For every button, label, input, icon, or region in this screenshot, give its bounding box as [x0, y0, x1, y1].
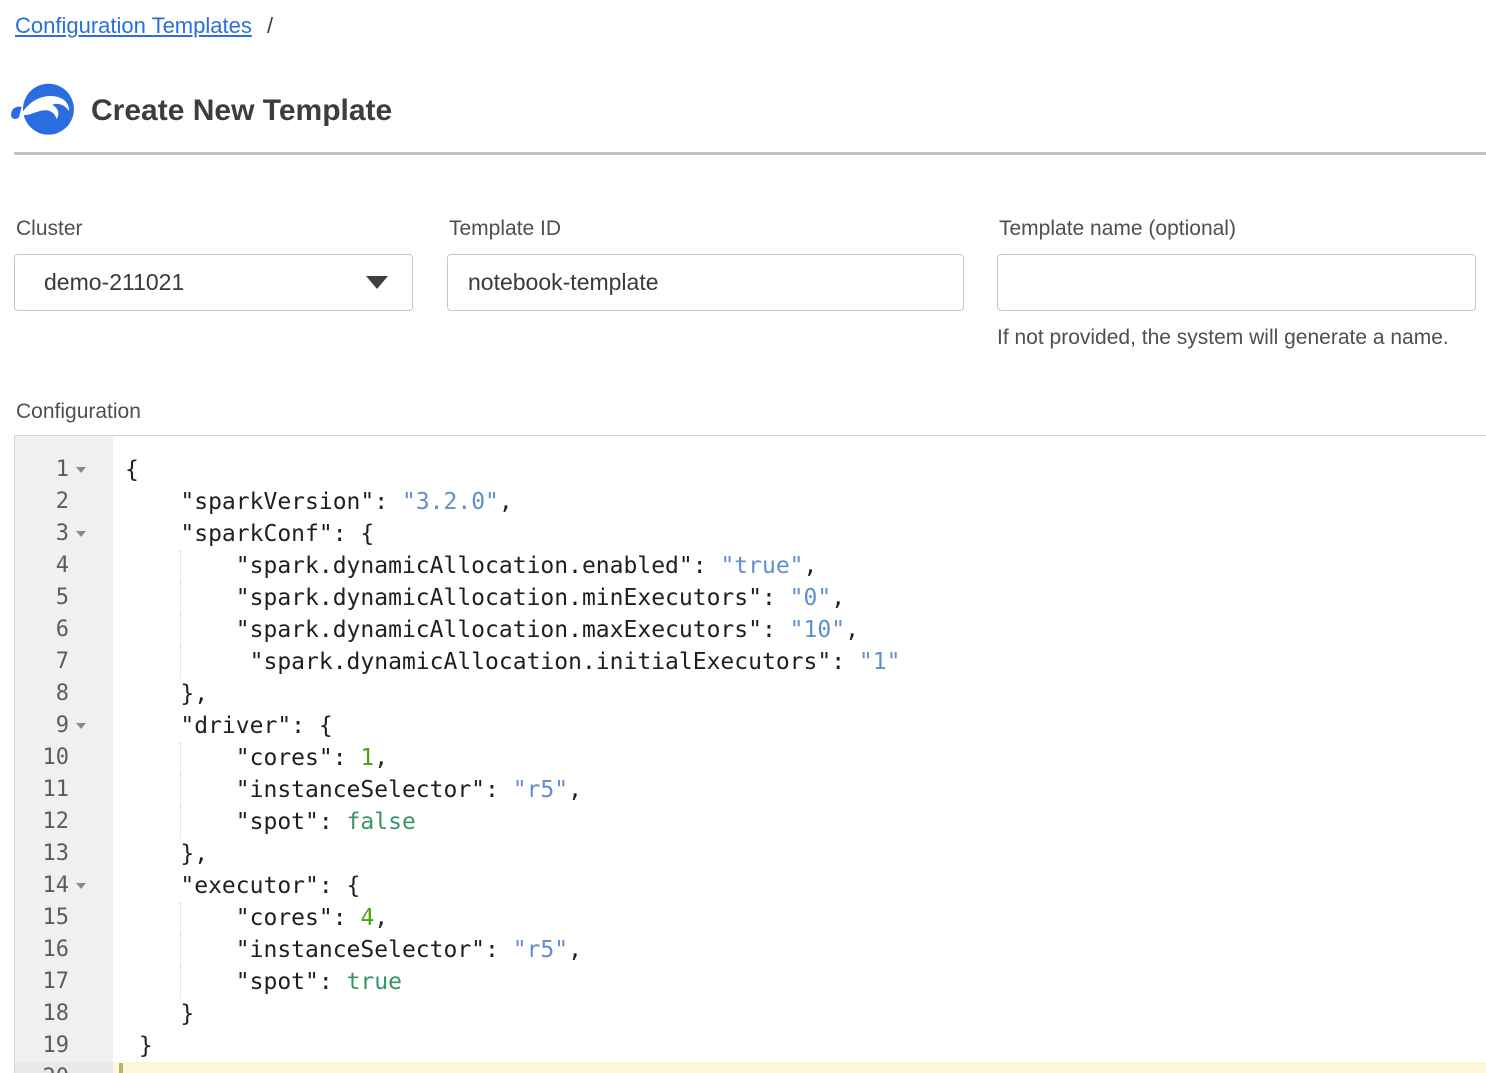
line-number: 11 — [15, 774, 113, 806]
line-number: 8 — [15, 678, 113, 710]
line-number: 2 — [15, 486, 113, 518]
editor-line: 15 "cores": 4, — [15, 902, 1486, 934]
breadcrumb-separator: / — [267, 13, 273, 38]
editor-line: 20 — [15, 1062, 1486, 1073]
indent-guide — [180, 582, 181, 614]
line-number: 6 — [15, 614, 113, 646]
chevron-down-icon[interactable] — [366, 276, 388, 289]
editor-line: 8 }, — [15, 678, 1486, 710]
line-number: 12 — [15, 806, 113, 838]
template-id-label: Template ID — [449, 217, 964, 241]
template-id-field: Template ID — [447, 217, 964, 311]
cluster-select[interactable]: demo-211021 — [14, 254, 413, 311]
indent-guide — [180, 806, 181, 838]
code-line[interactable]: }, — [113, 678, 1486, 710]
line-number: 10 — [15, 742, 113, 774]
editor-line: 14 "executor": { — [15, 870, 1486, 902]
ocean-wave-logo-icon — [10, 81, 76, 141]
indent-guide — [180, 902, 181, 934]
create-template-page: Configuration Templates / Create New Tem… — [0, 0, 1486, 1073]
editor-line: 11 "instanceSelector": "r5", — [15, 774, 1486, 806]
code-line[interactable]: } — [113, 1030, 1486, 1062]
fold-arrow-icon[interactable] — [76, 723, 86, 729]
editor-line: 3 "sparkConf": { — [15, 518, 1486, 550]
config-code-editor[interactable]: 1{2 "sparkVersion": "3.2.0",3 "sparkConf… — [14, 435, 1486, 1073]
code-line[interactable]: "spot": false — [113, 806, 1486, 838]
line-number: 19 — [15, 1030, 113, 1062]
code-line[interactable]: "spark.dynamicAllocation.enabled": "true… — [113, 550, 1486, 582]
header-divider — [14, 152, 1486, 155]
line-number: 13 — [15, 838, 113, 870]
editor-line: 1{ — [15, 454, 1486, 486]
indent-guide — [180, 646, 181, 678]
configuration-label: Configuration — [16, 400, 141, 424]
line-number: 3 — [15, 518, 113, 550]
breadcrumb-link-configuration-templates[interactable]: Configuration Templates — [15, 13, 252, 38]
editor-line: 2 "sparkVersion": "3.2.0", — [15, 486, 1486, 518]
breadcrumb: Configuration Templates / — [15, 13, 273, 39]
code-line[interactable]: "spot": true — [113, 966, 1486, 998]
code-line[interactable]: "instanceSelector": "r5", — [113, 774, 1486, 806]
code-line[interactable] — [113, 1062, 1486, 1073]
editor-line: 6 "spark.dynamicAllocation.maxExecutors"… — [15, 614, 1486, 646]
fold-arrow-icon[interactable] — [76, 531, 86, 537]
template-name-input[interactable] — [997, 254, 1476, 311]
cluster-field: Cluster demo-211021 — [14, 217, 413, 311]
editor-line: 4 "spark.dynamicAllocation.enabled": "tr… — [15, 550, 1486, 582]
code-line[interactable]: "driver": { — [113, 710, 1486, 742]
code-line[interactable]: "spark.dynamicAllocation.maxExecutors": … — [113, 614, 1486, 646]
code-line[interactable]: "sparkVersion": "3.2.0", — [113, 486, 1486, 518]
code-line[interactable]: "cores": 1, — [113, 742, 1486, 774]
editor-line: 18 } — [15, 998, 1486, 1030]
page-header: Create New Template — [10, 81, 392, 141]
indent-guide — [180, 934, 181, 966]
indent-guide — [180, 550, 181, 582]
code-line[interactable]: "spark.dynamicAllocation.minExecutors": … — [113, 582, 1486, 614]
editor-line: 5 "spark.dynamicAllocation.minExecutors"… — [15, 582, 1486, 614]
indent-guide — [180, 774, 181, 806]
code-line[interactable]: "sparkConf": { — [113, 518, 1486, 550]
editor-line: 12 "spot": false — [15, 806, 1486, 838]
indent-guide — [180, 614, 181, 646]
template-name-label: Template name (optional) — [999, 217, 1476, 241]
template-id-input[interactable] — [447, 254, 964, 311]
line-number: 7 — [15, 646, 113, 678]
line-number: 15 — [15, 902, 113, 934]
line-number: 5 — [15, 582, 113, 614]
cluster-select-value: demo-211021 — [44, 269, 184, 296]
fold-arrow-icon[interactable] — [76, 883, 86, 889]
indent-guide — [180, 742, 181, 774]
line-number: 16 — [15, 934, 113, 966]
editor-line: 7 "spark.dynamicAllocation.initialExecut… — [15, 646, 1486, 678]
template-name-field: Template name (optional) If not provided… — [997, 217, 1476, 350]
code-line[interactable]: "cores": 4, — [113, 902, 1486, 934]
code-line[interactable]: "executor": { — [113, 870, 1486, 902]
editor-line: 17 "spot": true — [15, 966, 1486, 998]
editor-line: 19 } — [15, 1030, 1486, 1062]
line-number: 18 — [15, 998, 113, 1030]
cluster-label: Cluster — [16, 217, 413, 241]
editor-line: 13 }, — [15, 838, 1486, 870]
line-number: 4 — [15, 550, 113, 582]
code-line[interactable]: } — [113, 998, 1486, 1030]
line-number: 9 — [15, 710, 113, 742]
editor-line: 16 "instanceSelector": "r5", — [15, 934, 1486, 966]
code-line[interactable]: { — [113, 454, 1486, 486]
page-title: Create New Template — [91, 94, 392, 128]
code-line[interactable]: "instanceSelector": "r5", — [113, 934, 1486, 966]
line-number: 14 — [15, 870, 113, 902]
line-number: 1 — [15, 454, 113, 486]
template-name-helper: If not provided, the system will generat… — [997, 326, 1476, 350]
indent-guide — [180, 966, 181, 998]
line-number: 17 — [15, 966, 113, 998]
editor-line: 9 "driver": { — [15, 710, 1486, 742]
fold-arrow-icon[interactable] — [76, 467, 86, 473]
code-line[interactable]: "spark.dynamicAllocation.initialExecutor… — [113, 646, 1486, 678]
code-line[interactable]: }, — [113, 838, 1486, 870]
line-number: 20 — [15, 1062, 113, 1073]
text-cursor — [119, 1063, 123, 1073]
editor-line: 10 "cores": 1, — [15, 742, 1486, 774]
editor-lines: 1{2 "sparkVersion": "3.2.0",3 "sparkConf… — [15, 454, 1486, 1073]
